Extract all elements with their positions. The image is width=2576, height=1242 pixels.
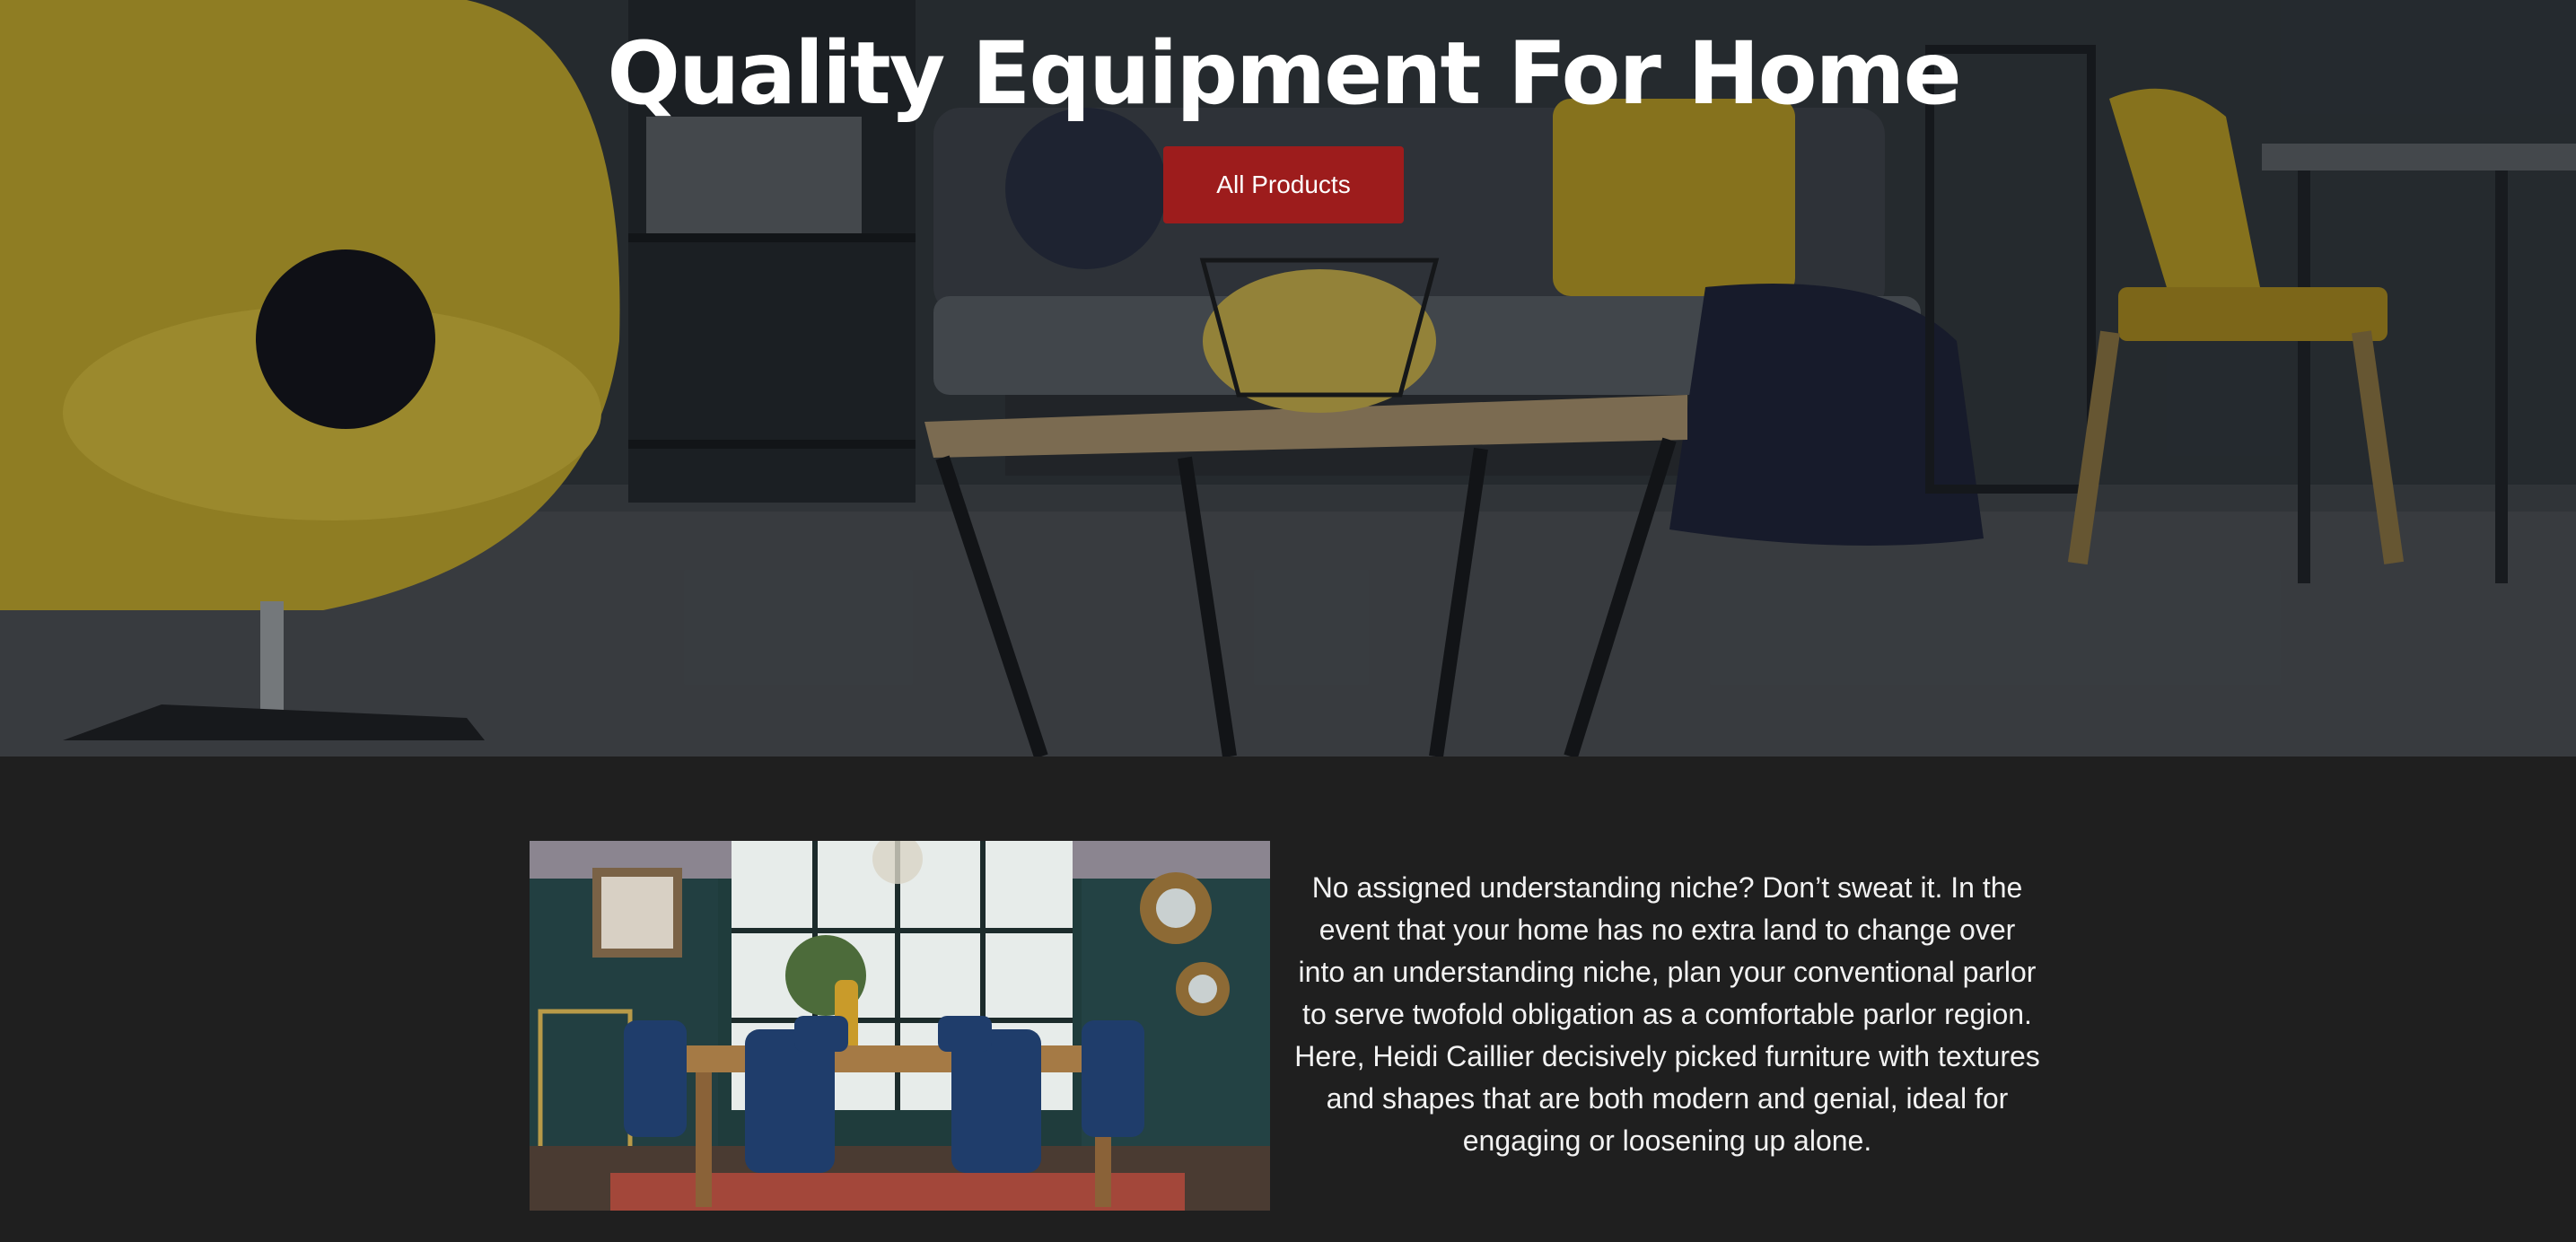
feature-description: No assigned understanding niche? Don’t s…	[1294, 871, 2040, 1157]
all-products-button[interactable]: All Products	[1163, 146, 1404, 223]
dining-room-illustration	[530, 841, 1270, 1211]
hero-banner: Quality Equipment For Home All Products	[0, 0, 2576, 757]
dining-room-image	[530, 841, 1270, 1211]
hero-title: Quality Equipment For Home	[607, 23, 1961, 124]
